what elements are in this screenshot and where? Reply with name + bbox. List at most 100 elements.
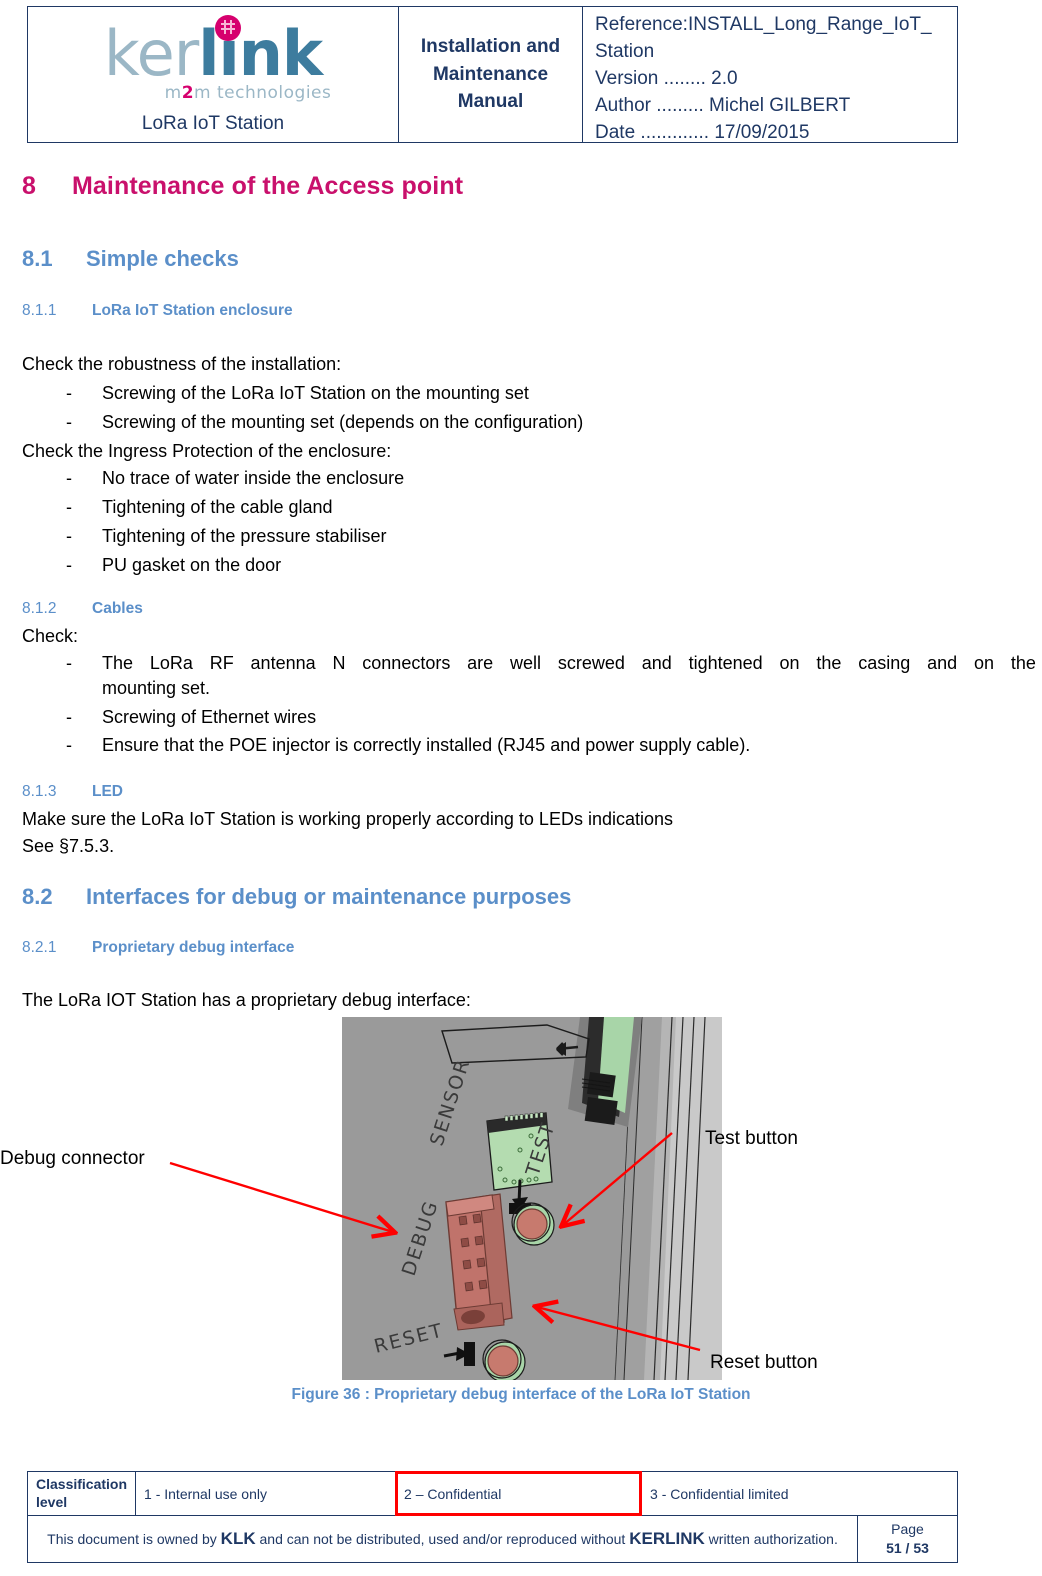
heading-8: 8 Maintenance of the Access point [22,172,463,201]
list-item: - Tightening of the pressure stabiliser [66,524,386,549]
heading-8-1: 8.1 Simple checks [22,246,239,272]
ownership-kerlink: KERLINK [629,1529,705,1549]
bullet-dash: - [66,707,72,727]
bullet-dash: - [66,555,72,575]
justified-word: and [641,653,672,673]
debug-interface-illustration: SENSOR TEST DEBUG RESET [342,1017,722,1380]
justified-word: The [102,653,134,673]
figure-caption: Figure 36 : Proprietary debug interface … [291,1386,751,1403]
header-reference-line1: Reference:INSTALL_Long_Range_IoT_ [595,14,932,35]
justified-word: on [779,653,800,673]
heading-8-1-3-number: 8.1.3 [22,783,57,800]
list-item-text: Ensure that the POE injector is correctl… [102,735,751,755]
footer-page-cell: Page 51 / 53 [857,1515,958,1563]
page-label: Page [891,1521,924,1537]
header-product-name: LoRa IoT Station [141,113,285,134]
ownership-mid: and can not be distributed, used and/or … [255,1531,630,1548]
paragraph-led-line1: Make sure the LoRa IoT Station is workin… [22,809,673,829]
justified-word: connectors [362,653,451,673]
heading-8-1-1-number: 8.1.1 [22,302,57,319]
bullet-dash: - [66,468,72,488]
list-item-text: PU gasket on the door [102,555,282,575]
heading-8-number: 8 [22,172,37,200]
callout-reset-button: Reset button [710,1352,818,1373]
list-item: - No trace of water inside the enclosure [66,466,404,491]
list-item-text: Screwing of the mounting set (depends on… [102,412,584,432]
list-item: - PU gasket on the door [66,553,281,578]
table-row: Classification level 1 - Internal use on… [26,1471,958,1516]
header-doc-title: Installation and Maintenance Manual [420,36,561,113]
header-meta-cell: Reference:INSTALL_Long_Range_IoT_ Statio… [583,7,957,143]
heading-8-2-1-number: 8.2.1 [22,939,57,956]
classification-level-label: Classification level [26,1471,137,1516]
justified-word: the [816,653,842,673]
list-item-text: Tightening of the cable gland [102,497,333,517]
ownership-pre: This document is owned by [47,1531,221,1548]
ownership-post: written authorization. [704,1531,838,1548]
callout-test-button: Test button [705,1128,798,1149]
list-item-text-line2: mounting set. [102,678,211,698]
table-row: This document is owned by KLK and can no… [27,1515,958,1563]
classification-level-1: 1 - Internal use only [135,1471,397,1516]
list-item: - Screwing of the mounting set (depends o… [66,410,583,435]
list-item: - Screwing of Ethernet wires [66,705,316,730]
bullet-dash: - [66,383,72,403]
list-item-text: Tightening of the pressure stabiliser [102,526,387,546]
heading-8-1-2: 8.1.2 Cables [22,600,143,618]
heading-8-1-2-number: 8.1.2 [22,600,57,617]
list-item-text: Screwing of Ethernet wires [102,707,317,727]
justified-word: are [467,653,494,673]
header-author: Author ......... Michel GILBERT [595,94,851,116]
header-reference-line2: Station [595,40,655,62]
figure-debug-interface-image: SENSOR TEST DEBUG RESET [342,1017,722,1380]
heading-8-title: Maintenance of the Access point [72,172,464,200]
justified-word: and [927,653,958,673]
list-item: - Ensure that the POE injector is correct… [66,733,750,758]
page-number: 51 / 53 [886,1539,929,1556]
justified-word: screwed [557,653,625,673]
bullet-dash: - [66,735,72,755]
heading-8-1-title: Simple checks [86,246,239,271]
justified-word: LoRa [149,653,193,673]
justified-word: on [973,653,994,673]
heading-8-2-1: 8.2.1 Proprietary debug interface [22,939,294,957]
heading-8-2-title: Interfaces for debug or maintenance purp… [86,884,572,909]
justified-word: N [332,653,346,673]
heading-8-2: 8.2 Interfaces for debug or maintenance p… [22,884,571,910]
kerlink-logo: kerlink m2m technologies [63,11,363,103]
paragraph-check-robustness: Check the robustness of the installation… [22,354,342,374]
list-item: - Tightening of the cable gland [66,495,333,520]
logo-tagline-mid: 2 [181,83,195,103]
logo-ker-text: ker [103,17,199,90]
list-item: - Screwing of the LoRa IoT Station on the… [66,381,529,406]
list-item-text-line1: The LoRa RF antenna N connectors are wel… [102,651,1036,676]
heading-8-1-3: 8.1.3 LED [22,783,123,801]
footer-ownership-notice: This document is owned by KLK and can no… [27,1515,858,1563]
heading-8-2-1-title: Proprietary debug interface [92,939,295,956]
classification-level-2-text: 2 – Confidential [404,1485,502,1502]
callout-debug-connector: Debug connector [0,1148,145,1169]
logo-circuit-dot-icon [215,15,241,41]
paragraph-check: Check: [22,626,79,646]
heading-8-2-number: 8.2 [22,884,53,909]
bullet-dash: - [66,653,72,673]
bullet-dash: - [66,412,72,432]
heading-8-1-number: 8.1 [22,246,53,271]
header-doc-title-cell: Installation and Maintenance Manual [399,7,583,142]
justified-word: RF [209,653,234,673]
bullet-dash: - [66,526,72,546]
justified-word: well [510,653,542,673]
heading-8-1-1-title: LoRa IoT Station enclosure [92,302,293,319]
header-version: Version ........ 2.0 [595,67,738,89]
list-item: - The LoRa RF antenna N connectors are w… [66,651,1036,701]
document-footer-table: Classification level 1 - Internal use on… [26,1471,958,1563]
logo-tagline-post: m technologies [194,83,332,103]
heading-8-1-1: 8.1.1 LoRa IoT Station enclosure [22,302,293,320]
heading-8-1-2-title: Cables [92,600,143,617]
justified-word: the [1010,653,1036,673]
logo-tagline-pre: m [164,83,182,103]
heading-8-1-3-title: LED [92,783,123,800]
justified-word: antenna [250,653,316,673]
justified-word: tightened [688,653,763,673]
document-header-table: kerlink m2m technologies LoRa IoT Statio… [27,6,958,143]
